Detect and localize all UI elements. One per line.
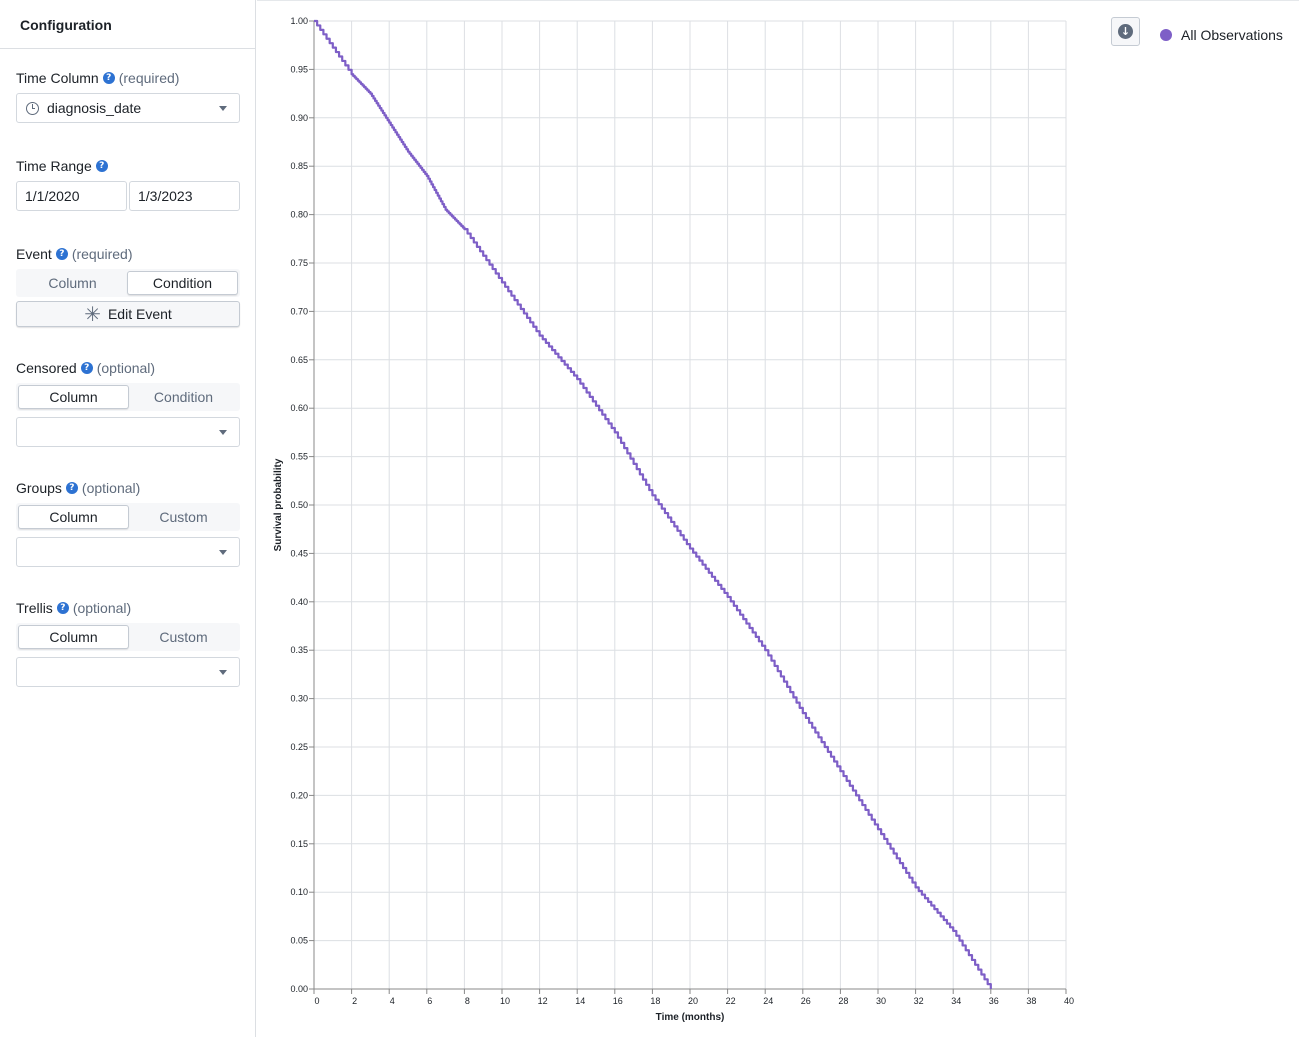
legend-swatch <box>1160 29 1172 41</box>
censored-label: Censored <box>16 360 77 376</box>
help-icon[interactable]: ? <box>56 602 69 614</box>
trellis-section: Trellis ? (optional) Column Custom <box>16 599 240 687</box>
trellis-column-select[interactable] <box>16 657 240 687</box>
end-date-input[interactable] <box>129 181 240 211</box>
censored-section: Censored ? (optional) Column Condition <box>16 359 240 447</box>
optional-qualifier: (optional) <box>96 360 156 376</box>
help-icon[interactable]: ? <box>102 72 115 84</box>
chart-legend[interactable]: All Observations <box>1160 27 1283 43</box>
time-column-select[interactable]: diagnosis_date <box>16 93 240 123</box>
clock-icon <box>26 101 39 115</box>
legend-label: All Observations <box>1181 27 1283 43</box>
optional-qualifier: (optional) <box>72 600 132 616</box>
groups-column-select[interactable] <box>16 537 240 567</box>
groups-section: Groups ? (optional) Column Custom <box>16 479 240 567</box>
help-icon[interactable]: ? <box>55 248 68 260</box>
start-date-input[interactable] <box>16 181 127 211</box>
trellis-label: Trellis <box>16 600 53 616</box>
time-column-section: Time Column ? (required) diagnosis_date <box>16 69 240 123</box>
edit-event-button[interactable]: ✳ Edit Event <box>16 301 240 327</box>
edit-event-label: Edit Event <box>107 306 172 322</box>
groups-label: Groups <box>16 480 62 496</box>
trellis-custom-option[interactable]: Custom <box>129 625 238 649</box>
caret-down-icon <box>219 430 227 435</box>
groups-custom-option[interactable]: Custom <box>129 505 238 529</box>
event-condition-option[interactable]: Condition <box>127 271 238 295</box>
event-section: Event ? (required) Column Condition ✳ Ed… <box>16 245 240 327</box>
censored-column-option[interactable]: Column <box>18 385 129 409</box>
required-qualifier: (required) <box>118 70 180 86</box>
event-label: Event <box>16 246 52 262</box>
caret-down-icon <box>219 106 227 111</box>
trellis-mode-toggle: Column Custom <box>16 623 240 651</box>
time-column-label: Time Column <box>16 70 99 86</box>
caret-down-icon <box>219 670 227 675</box>
panel-title: Configuration <box>0 0 255 49</box>
help-icon[interactable]: ? <box>65 482 78 494</box>
groups-mode-toggle: Column Custom <box>16 503 240 531</box>
asterisk-icon: ✳ <box>84 302 101 326</box>
censored-column-select[interactable] <box>16 417 240 447</box>
censored-condition-option[interactable]: Condition <box>129 385 238 409</box>
trellis-column-option[interactable]: Column <box>18 625 129 649</box>
help-icon[interactable]: ? <box>95 160 108 172</box>
time-range-section: Time Range ? <box>16 157 240 211</box>
download-icon: ↓ <box>1118 24 1133 39</box>
configuration-panel: Configuration Time Column ? (required) d… <box>0 0 256 1037</box>
chart-area <box>257 0 1299 1037</box>
censored-mode-toggle: Column Condition <box>16 383 240 411</box>
time-column-value: diagnosis_date <box>47 100 142 116</box>
event-mode-toggle: Column Condition <box>16 269 240 297</box>
event-column-option[interactable]: Column <box>18 271 127 295</box>
time-range-label: Time Range <box>16 158 92 174</box>
caret-down-icon <box>219 550 227 555</box>
download-button[interactable]: ↓ <box>1111 17 1140 46</box>
required-qualifier: (required) <box>71 246 133 262</box>
help-icon[interactable]: ? <box>80 362 93 374</box>
groups-column-option[interactable]: Column <box>18 505 129 529</box>
optional-qualifier: (optional) <box>81 480 141 496</box>
